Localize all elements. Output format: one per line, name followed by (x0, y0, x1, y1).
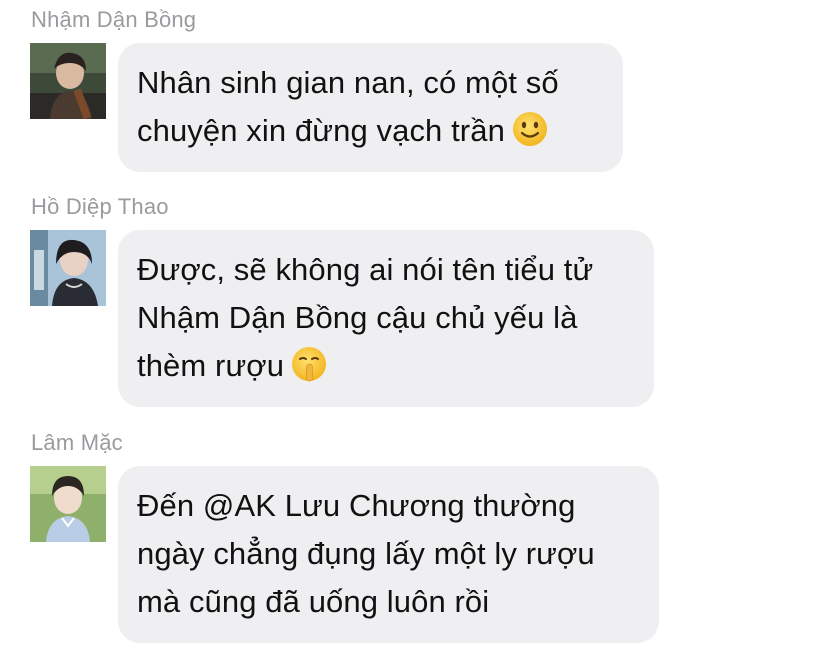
message-bubble[interactable]: Đến @AK Lưu Chương thường ngày chẳng đụn… (118, 466, 659, 643)
sender-name: Nhậm Dận Bồng (31, 7, 197, 32)
avatar-image (30, 230, 106, 306)
message-line: Nhân sinh gian nan, có một số (137, 65, 559, 100)
avatar-image (30, 466, 106, 542)
message-line: Được, sẽ không ai nói tên tiểu tử (137, 252, 594, 287)
message-line: Đến @AK Lưu Chương thường (137, 488, 576, 523)
message-line-with-emoji: chuyện xin đừng vạch trần (137, 107, 603, 155)
message-line: ngày chẳng đụng lấy một ly rượu (137, 536, 595, 571)
message-line: thèm rượu (137, 348, 285, 383)
chat-thread: Nhậm Dận Bồng Nhân sinh gian nan, có một… (0, 0, 828, 664)
message-line: mà cũng đã uống luôn rồi (137, 584, 490, 619)
sender-name: Lâm Mặc (31, 430, 123, 455)
message-line: Nhậm Dận Bồng cậu chủ yếu là (137, 300, 578, 335)
avatar-image (30, 43, 106, 119)
message-bubble[interactable]: Được, sẽ không ai nói tên tiểu tử Nhậm D… (118, 230, 654, 407)
message-bubble[interactable]: Nhân sinh gian nan, có một số chuyện xin… (118, 43, 623, 172)
sender-name: Hồ Diệp Thao (31, 194, 169, 219)
message-line-with-emoji: thèm rượu (137, 342, 634, 390)
shushing-face-icon (290, 345, 328, 383)
avatar[interactable] (30, 230, 106, 306)
avatar[interactable] (30, 43, 106, 119)
avatar[interactable] (30, 466, 106, 542)
message-line: chuyện xin đừng vạch trần (137, 113, 505, 148)
slightly-smiling-face-icon (511, 110, 549, 148)
